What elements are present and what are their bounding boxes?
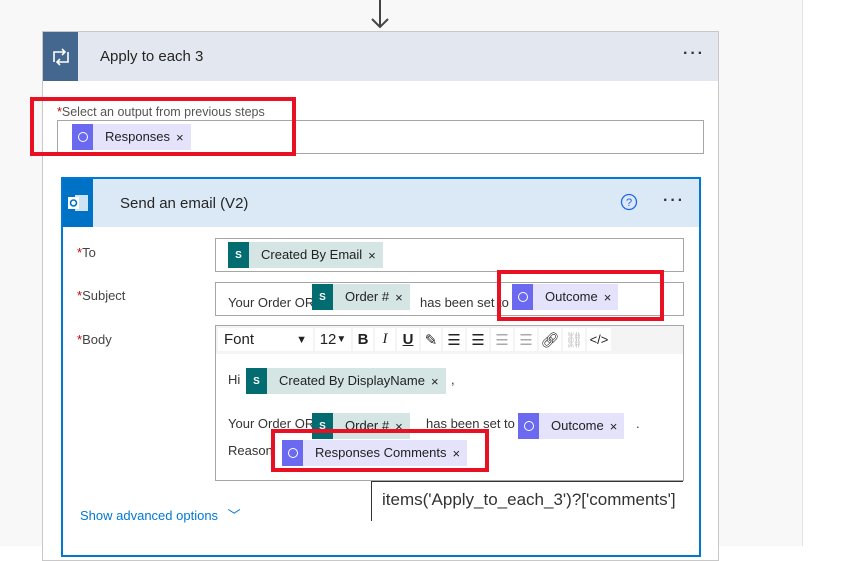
expression-tooltip: items('Apply_to_each_3')?['comments']: [371, 481, 683, 521]
chevron-down-icon: ▼: [296, 333, 307, 346]
body-text: .: [636, 416, 640, 431]
numbered-list-icon[interactable]: ☰: [467, 328, 489, 351]
subject-text: Your Order OR: [228, 295, 315, 310]
underline-button[interactable]: U: [397, 328, 419, 351]
forms-icon: [518, 413, 539, 439]
apply-to-each-title: Apply to each 3: [100, 48, 204, 65]
italic-button[interactable]: I: [375, 328, 395, 351]
remove-token-button[interactable]: ×: [368, 248, 383, 263]
remove-token-button[interactable]: ×: [395, 290, 410, 305]
body-text: ,: [451, 372, 455, 387]
highlight-box: [271, 429, 489, 472]
remove-token-button[interactable]: ×: [431, 374, 446, 389]
font-color-icon[interactable]: ✎: [421, 328, 441, 351]
svg-text:?: ?: [626, 197, 632, 209]
subject-text: has been set to: [420, 295, 509, 310]
chevron-down-icon: ﹀: [227, 508, 241, 523]
show-advanced-options-link[interactable]: Show advanced options ﹀: [80, 505, 241, 524]
link-icon[interactable]: 🔗︎: [539, 328, 561, 351]
bold-button[interactable]: B: [353, 328, 373, 351]
font-select[interactable]: Font ▼: [218, 328, 313, 351]
down-arrow-icon: [371, 0, 389, 29]
sharepoint-icon: S: [246, 368, 267, 394]
token-created-by-email[interactable]: S Created By Email ×: [228, 242, 383, 268]
apply-to-each-header[interactable]: Apply to each 3 ···: [43, 32, 718, 81]
font-size-select[interactable]: 12 ▼: [315, 328, 351, 351]
decrease-indent-icon[interactable]: ☰: [491, 328, 513, 351]
send-email-title: Send an email (V2): [120, 195, 249, 212]
loop-icon: [43, 32, 78, 81]
more-options-button[interactable]: ···: [683, 45, 705, 63]
question-circle-icon[interactable]: ?: [620, 193, 638, 211]
outlook-icon: [63, 179, 93, 227]
increase-indent-icon[interactable]: ☰: [515, 328, 537, 351]
to-label: *To: [77, 245, 96, 260]
send-email-header[interactable]: Send an email (V2) ? ···: [63, 179, 699, 227]
more-options-button[interactable]: ···: [663, 192, 685, 210]
highlight-box: [30, 97, 296, 156]
unlink-icon[interactable]: ⛓︎: [563, 328, 585, 351]
sharepoint-icon: S: [228, 242, 249, 268]
to-input[interactable]: S Created By Email ×: [215, 238, 684, 272]
highlight-box: [497, 270, 664, 321]
token-created-by-displayname[interactable]: S Created By DisplayName ×: [246, 368, 446, 394]
rich-text-toolbar: Font ▼ 12 ▼ B I U ✎ ☰ ☰ ☰ ☰ 🔗︎ ⛓︎ </>: [216, 326, 683, 354]
code-view-icon[interactable]: </>: [587, 328, 611, 351]
subject-label: *Subject: [77, 288, 126, 303]
remove-token-button[interactable]: ×: [610, 419, 625, 434]
token-outcome[interactable]: Outcome ×: [518, 413, 625, 439]
bullet-list-icon[interactable]: ☰: [443, 328, 465, 351]
sharepoint-icon: S: [312, 284, 333, 310]
body-label: *Body: [77, 332, 112, 347]
body-text: Reason: [228, 443, 273, 458]
token-order-number[interactable]: S Order # ×: [312, 284, 410, 310]
body-text: Hi: [228, 372, 241, 387]
